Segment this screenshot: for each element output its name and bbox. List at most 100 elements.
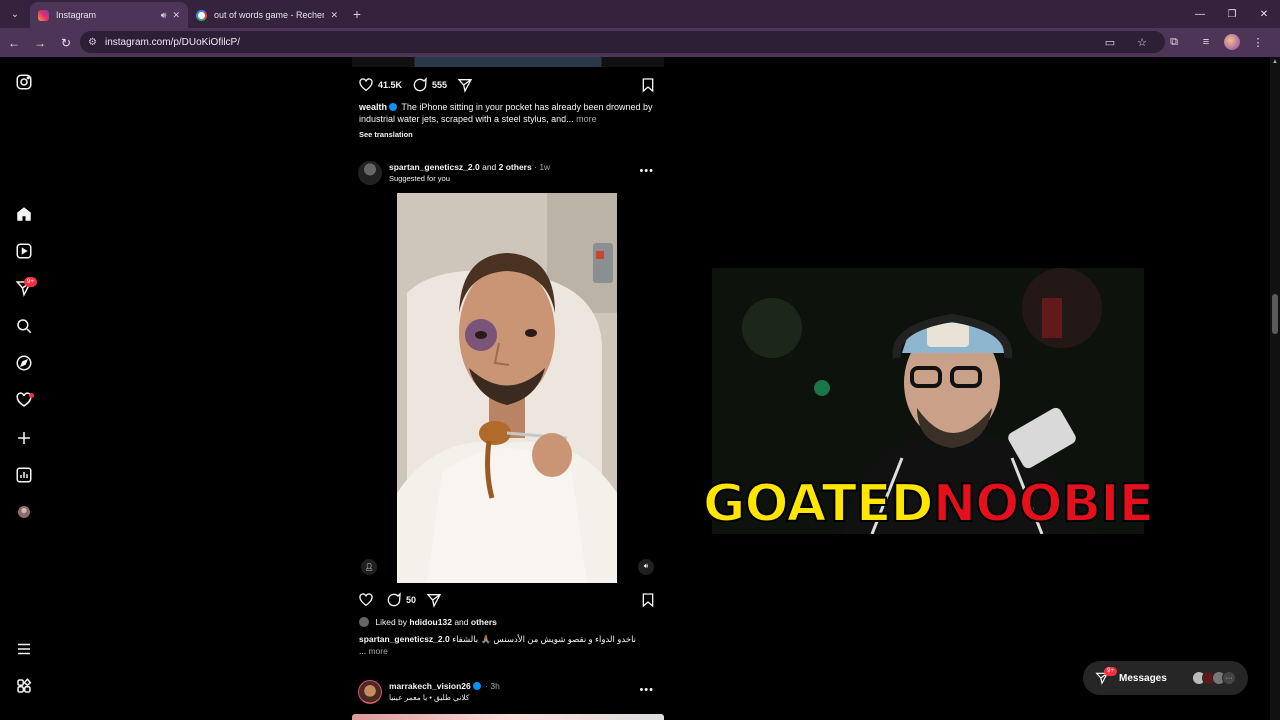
caption-author[interactable]: wealth (359, 102, 387, 112)
liked-others-link[interactable]: others (471, 617, 497, 627)
post-header: marrakech_vision26 · 3h كلاني طليق • يا … (358, 680, 658, 706)
suggested-label: Suggested for you (389, 174, 450, 183)
share-icon[interactable] (426, 592, 442, 608)
url-field[interactable]: ⚙ instagram.com/p/DUoKiOfilcP/ (80, 31, 1165, 53)
post-time[interactable]: 1w (539, 162, 550, 172)
forward-icon[interactable]: → (28, 31, 52, 55)
share-icon[interactable] (457, 77, 473, 93)
post-author-line: marrakech_vision26 · 3h (389, 681, 500, 691)
post-video[interactable]: 👤︎ 🔊︎ (352, 193, 664, 583)
minimize-icon[interactable]: — (1184, 0, 1216, 28)
collaborators-link[interactable]: 2 others (499, 162, 532, 172)
media-controls-icon[interactable]: ≡ (1192, 31, 1220, 53)
comment-icon[interactable] (386, 592, 402, 608)
home-icon[interactable] (14, 204, 34, 224)
like-count[interactable]: 41.5K (378, 80, 402, 90)
speaker-icon[interactable]: 🔊︎ (161, 10, 167, 21)
profile-avatar[interactable] (1224, 34, 1240, 50)
restore-icon[interactable]: ❐ (1216, 0, 1248, 28)
tagged-users-icon[interactable]: 👤︎ (361, 559, 377, 575)
separator: · (485, 681, 488, 691)
and-text: and (482, 162, 497, 172)
explore-icon[interactable] (14, 353, 34, 373)
notification-badge: 9+ (24, 277, 37, 287)
dashboard-icon[interactable] (14, 465, 34, 485)
messages-button[interactable]: 9+ Messages ··· (1083, 661, 1248, 695)
close-tab-icon[interactable]: ✕ (330, 10, 338, 21)
address-bar: ← → ↻ ⚙ instagram.com/p/DUoKiOfilcP/ ▭ ☆… (0, 28, 1280, 57)
author-name[interactable]: spartan_geneticsz_2.0 (389, 162, 480, 172)
brand-part-red: NOOBIE (932, 473, 1155, 535)
comment-icon[interactable] (412, 77, 428, 93)
reels-icon[interactable] (14, 241, 34, 261)
more-menu-icon[interactable] (14, 639, 34, 659)
create-icon[interactable] (14, 428, 34, 448)
post-actions: 50 (358, 592, 442, 608)
post-header: spartan_geneticsz_2.0 and 2 others · 1w … (358, 161, 658, 187)
scrollbar-thumb[interactable] (1272, 294, 1278, 334)
caption-more-link[interactable]: more (368, 646, 387, 656)
like-heart-icon[interactable] (358, 592, 374, 608)
tab-title: out of words game - Recherche (214, 10, 325, 20)
reload-icon[interactable]: ↻ (54, 31, 78, 55)
window-controls: — ❐ ✕ (1184, 0, 1280, 28)
instagram-logo-icon[interactable] (14, 72, 34, 92)
more-options-icon[interactable]: ••• (639, 684, 654, 696)
feed: 41.5K 555 wealth The iPhone sitting in y… (352, 57, 664, 720)
menu-icon[interactable]: ⋮ (1244, 31, 1272, 53)
new-tab-button[interactable]: + (346, 3, 368, 25)
close-window-icon[interactable]: ✕ (1248, 0, 1280, 28)
tab-instagram[interactable]: Instagram 🔊︎ ✕ (30, 2, 188, 28)
see-translation-link[interactable]: See translation (359, 130, 413, 139)
site-info-icon[interactable]: ⚙ (88, 37, 97, 48)
next-post-media[interactable] (352, 714, 664, 720)
tab-google-search[interactable]: out of words game - Recherche ✕ (188, 2, 346, 28)
liker-avatar[interactable] (359, 617, 369, 627)
more-options-icon[interactable]: ••• (639, 165, 654, 177)
comment-count[interactable]: 555 (432, 80, 447, 90)
claymation-man-image (397, 193, 617, 583)
verified-badge-icon (472, 682, 481, 690)
like-heart-icon[interactable] (358, 77, 374, 93)
install-app-icon[interactable]: ▭ (1096, 31, 1124, 53)
profile-avatar[interactable] (14, 502, 34, 522)
google-favicon-icon (196, 9, 207, 21)
page-scrollbar[interactable]: ▲ (1270, 57, 1280, 720)
instagram-page: 9+ 41.5K 555 wealth The iPhone sitting i… (0, 57, 1280, 720)
browser-tabbar: ⌄ Instagram 🔊︎ ✕ out of words game - Rec… (0, 0, 1280, 28)
toolbar-right: ▭ ☆ ⧉ ≡ ⋮ (1096, 31, 1272, 53)
caption-author[interactable]: spartan_geneticsz_2.0 (359, 634, 450, 644)
author-avatar[interactable] (358, 680, 382, 704)
messages-label: Messages (1119, 672, 1167, 684)
notification-dot (29, 393, 34, 398)
audio-toggle-icon[interactable]: 🔊︎ (638, 559, 654, 575)
also-from-meta-icon[interactable] (14, 676, 34, 696)
more-chats-icon[interactable]: ··· (1222, 671, 1236, 685)
close-tab-icon[interactable]: ✕ (172, 10, 180, 21)
caption-ellipsis: ... (359, 646, 367, 656)
search-icon[interactable] (14, 316, 34, 336)
scroll-up-icon[interactable]: ▲ (1272, 59, 1278, 65)
caption-more-link[interactable]: more (576, 114, 597, 124)
save-bookmark-icon[interactable] (640, 77, 656, 93)
post-caption: spartan_geneticsz_2.0 ناخدو الدواء و نقص… (359, 633, 659, 657)
post-caption: wealth The iPhone sitting in your pocket… (359, 101, 659, 125)
tab-title: Instagram (56, 10, 97, 20)
audio-label[interactable]: كلاني طليق • يا معمر عينيا (389, 693, 469, 702)
author-avatar[interactable] (358, 161, 382, 185)
post-time[interactable]: 3h (490, 681, 499, 691)
save-bookmark-icon[interactable] (640, 592, 656, 608)
separator: · (534, 162, 537, 172)
message-avatars: ··· (1192, 671, 1236, 685)
previous-post-media[interactable] (352, 57, 664, 67)
bookmark-star-icon[interactable]: ☆ (1128, 31, 1156, 53)
back-icon[interactable]: ← (2, 31, 26, 55)
tab-search-chevron-icon[interactable]: ⌄ (4, 3, 26, 25)
video-frame (397, 193, 617, 583)
caption-text: The iPhone sitting in your pocket has al… (359, 102, 653, 124)
extensions-icon[interactable]: ⧉ (1160, 31, 1188, 53)
author-name[interactable]: marrakech_vision26 (389, 681, 471, 691)
channel-logo: GOATED NOOBIE (702, 469, 1155, 539)
liker-name[interactable]: hdidou132 (409, 617, 452, 627)
comment-count[interactable]: 50 (406, 595, 416, 605)
